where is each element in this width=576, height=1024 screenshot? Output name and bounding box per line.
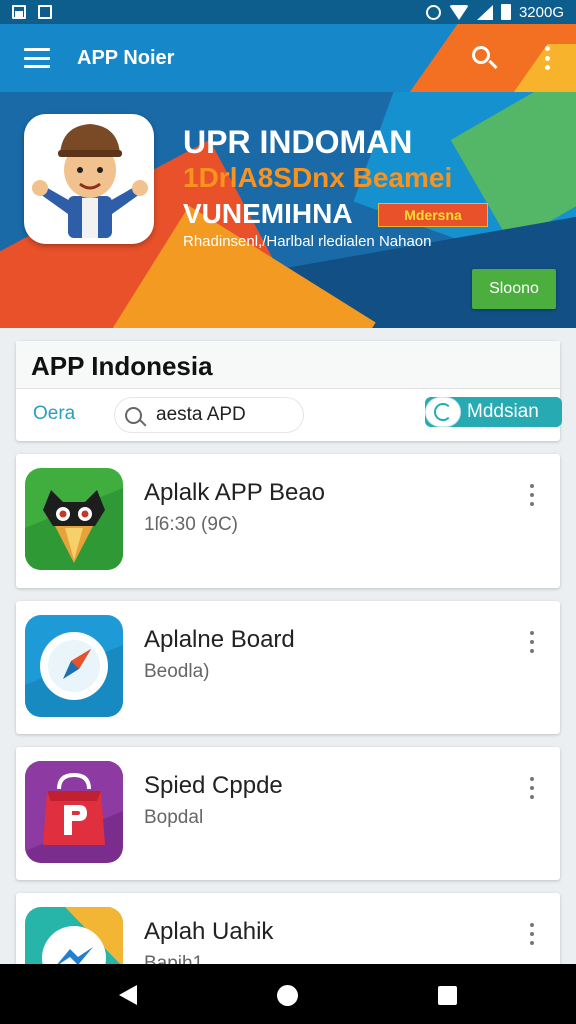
app-title: APP Noier [77,46,175,69]
app-list-item[interactable]: Spied Cppde Bopdal [16,747,560,880]
gallery-notification-icon [38,5,52,19]
banner-badge: Mdersna [378,203,488,227]
app-list-item[interactable]: Aplalk APP Beao 1ſ6:30 (9C) [16,454,560,588]
system-nav-bar [0,964,576,1024]
search-field[interactable]: aesta APD [114,397,304,433]
app-subtitle: Bopdal [144,807,204,828]
status-time: 3200G [518,3,564,21]
toggle-knob-icon [425,397,461,427]
app-name: Aplalne Board [144,626,295,653]
item-overflow-icon[interactable] [529,777,535,799]
app-list-item[interactable]: Aplalne Board Beodla) [16,601,560,734]
section-title: APP Indonesia [16,341,560,389]
item-overflow-icon[interactable] [529,484,535,506]
battery-icon [500,4,511,20]
overflow-menu-icon[interactable] [544,46,550,70]
compass-app-icon [25,615,123,717]
app-subtitle: Beodla) [144,661,210,682]
banner-title-line3: VUNEMIHNA [183,198,353,229]
cat-app-icon [25,468,123,570]
item-overflow-icon[interactable] [529,631,535,653]
toggle-label: Mddsian [467,401,539,422]
recents-icon[interactable] [438,986,457,1005]
mascot-app-icon [24,114,154,244]
search-icon[interactable] [472,46,490,64]
app-name: Aplalk APP Beao [144,479,326,506]
alarm-icon [425,4,441,20]
hamburger-menu-icon[interactable] [24,48,50,68]
app-name: Spied Cppde [144,772,283,799]
app-subtitle: 1ſ6:30 (9C) [144,514,238,535]
signal-icon [476,4,493,20]
home-icon[interactable] [277,985,298,1006]
back-icon[interactable] [119,985,137,1005]
wifi-icon [448,4,469,20]
status-bar: 3200G [0,0,576,24]
banner-cta-button[interactable]: Sloono [472,269,556,309]
search-icon [125,406,142,424]
banner-title-line2: 1DrlA8SDnx Beamei [183,162,453,193]
filter-label[interactable]: Oera [33,403,75,425]
banner-subtitle: Rhadinsenl,/Harlbal rledialen Nahaon [183,233,432,250]
search-input-value[interactable]: aesta APD [156,404,246,426]
image-notification-icon [12,5,26,19]
app-name: Aplah Uahik [144,918,274,945]
section-header-card: APP Indonesia Oera aesta APD Mddsian [16,341,562,441]
item-overflow-icon[interactable] [529,923,535,945]
shopping-bag-app-icon [25,761,123,863]
filter-toggle[interactable]: Mddsian [425,397,562,427]
promo-banner[interactable]: UPR INDOMAN 1DrlA8SDnx Beamei VUNEMIHNA … [0,92,576,328]
banner-title: UPR INDOMAN [183,124,413,160]
app-bar: APP Noier [0,24,576,92]
